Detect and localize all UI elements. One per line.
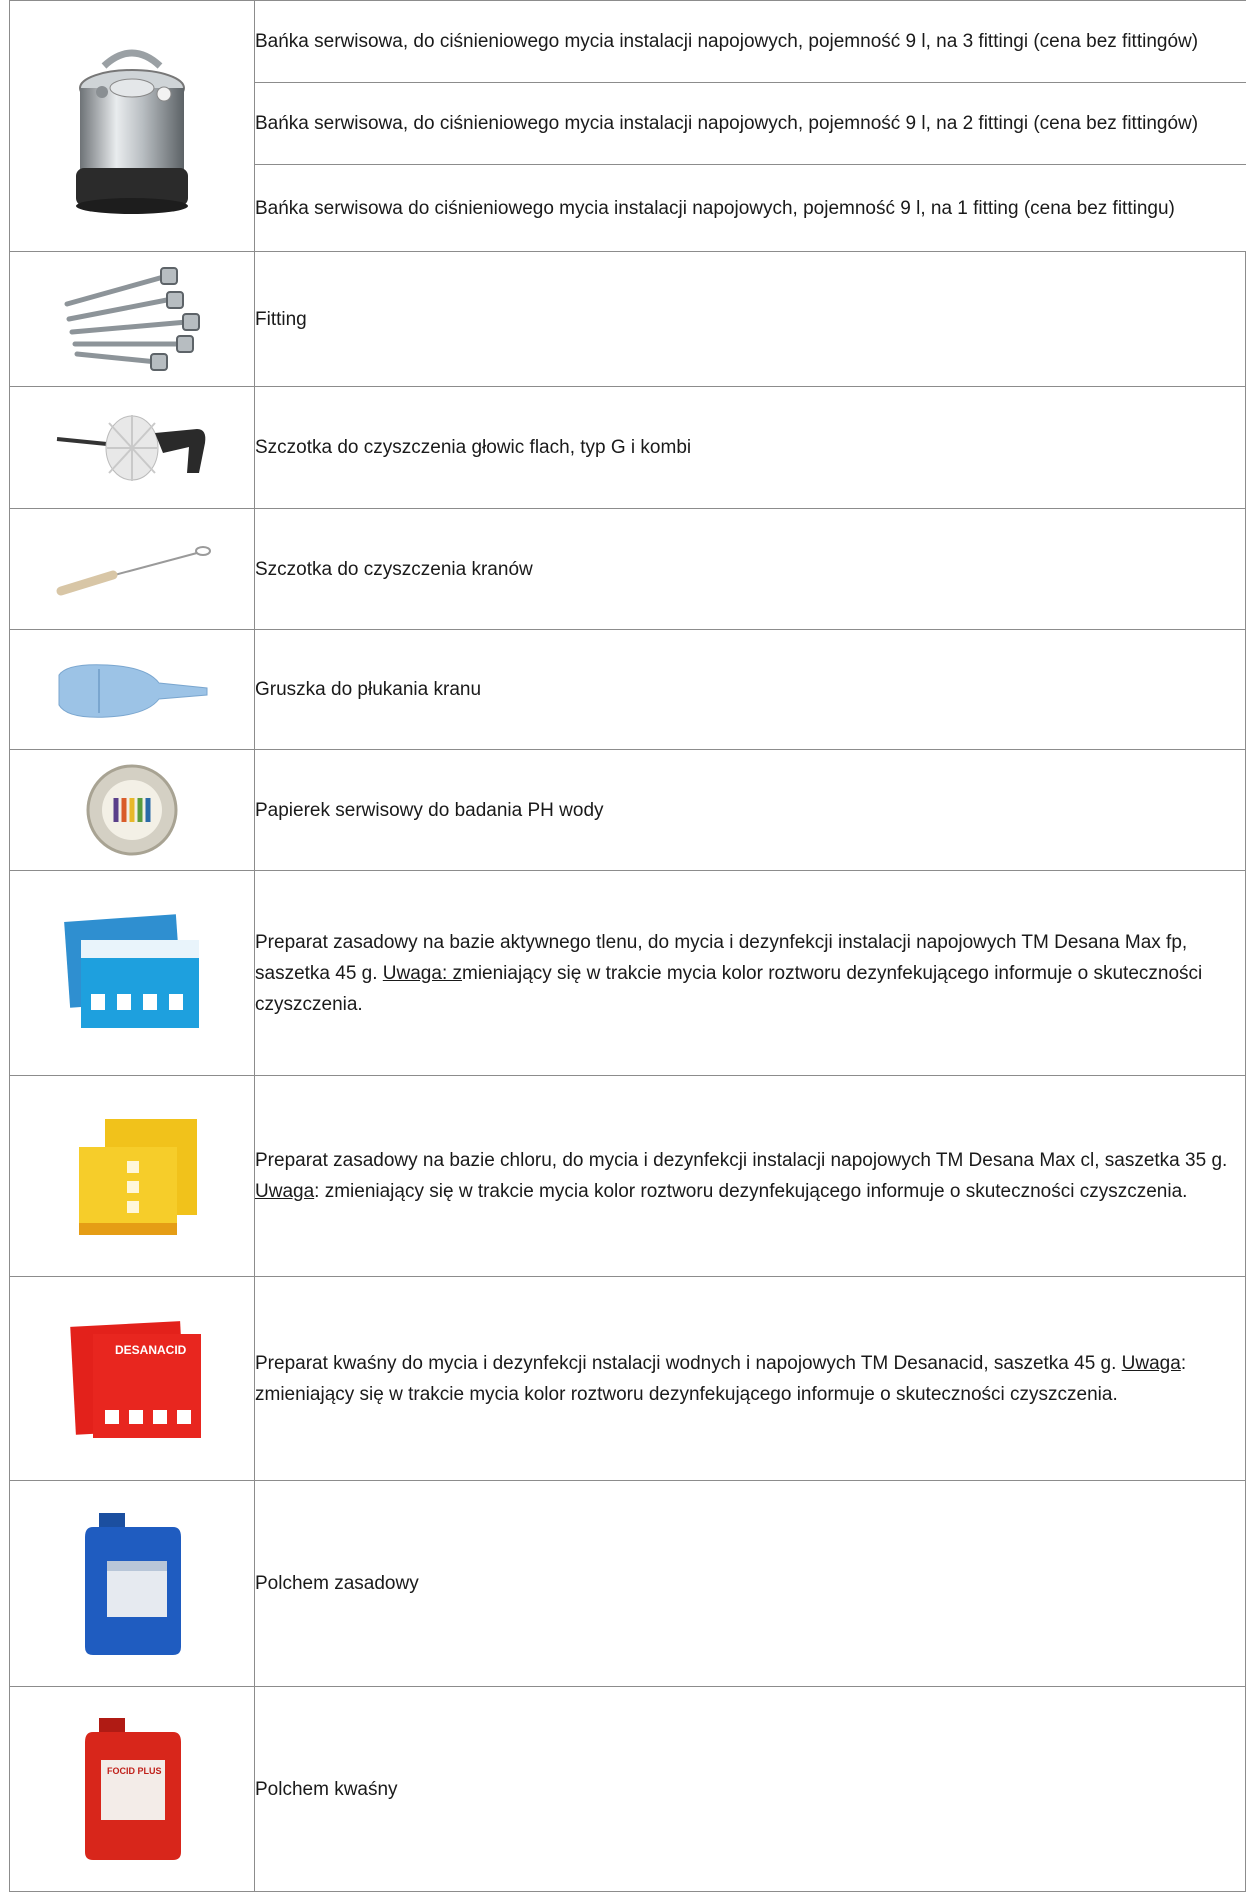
product-image-cell	[9, 870, 255, 1076]
desana-max-fp-sachet-icon	[64, 914, 199, 1028]
product-description: Polchem kwaśny	[254, 1686, 1246, 1892]
description-text: : zmieniający się w trakcie mycia kolor …	[314, 1181, 1188, 1202]
description-text: Preparat zasadowy na bazie chloru, do my…	[255, 1150, 1228, 1171]
desana-max-cl-sachet-icon	[79, 1119, 197, 1235]
table-row: Szczotka do czyszczenia głowic flach, ty…	[9, 386, 1246, 509]
product-description: Polchem zasadowy	[254, 1480, 1246, 1687]
product-image-cell	[9, 508, 255, 630]
table-row: FOCID PLUS Polchem kwaśny	[9, 1686, 1246, 1892]
table-row: Preparat zasadowy na bazie chloru, do my…	[9, 1075, 1246, 1277]
product-image-cell: FOCID PLUS	[9, 1686, 255, 1892]
tap-brush-icon	[56, 546, 211, 596]
table-row: Fitting	[9, 251, 1246, 387]
table-row: Szczotka do czyszczenia kranów	[9, 508, 1246, 630]
table-row: DESANACID Preparat kwaśny do mycia i dez…	[9, 1276, 1246, 1481]
red-canister-icon: FOCID PLUS	[85, 1718, 181, 1860]
canister-brand-label: FOCID PLUS	[107, 1766, 162, 1776]
product-description: Preparat kwaśny do mycia i dezynfekcji n…	[254, 1276, 1246, 1481]
product-description: Preparat zasadowy na bazie chloru, do my…	[254, 1075, 1246, 1277]
service-keg-icon	[76, 49, 188, 214]
fittings-icon	[64, 267, 200, 371]
table-row: Papierek serwisowy do badania PH wody	[9, 749, 1246, 871]
product-description: Szczotka do czyszczenia głowic flach, ty…	[254, 386, 1246, 509]
table-row: Gruszka do płukania kranu	[9, 629, 1246, 750]
head-brush-icon	[56, 414, 206, 481]
product-image-cell	[9, 386, 255, 509]
product-description: Preparat zasadowy na bazie aktywnego tle…	[254, 870, 1246, 1076]
table-row: Polchem zasadowy	[9, 1480, 1246, 1687]
note-label: Uwaga: z	[382, 962, 462, 984]
product-description: Bańka serwisowa, do ciśnieniowego mycia …	[254, 0, 1246, 83]
product-description: Fitting	[254, 251, 1246, 387]
note-label: Uwaga	[255, 1181, 315, 1202]
product-image-cell	[9, 251, 255, 387]
description-text: Preparat kwaśny do mycia i dezynfekcji n…	[255, 1352, 1122, 1374]
product-description: Szczotka do czyszczenia kranów	[254, 508, 1246, 630]
product-description: Gruszka do płukania kranu	[254, 629, 1246, 750]
product-table: Bańka serwisowa, do ciśnieniowego mycia …	[9, 0, 1246, 1892]
product-image-cell	[9, 0, 255, 252]
product-image-cell	[9, 1075, 255, 1277]
ph-paper-icon	[86, 764, 178, 856]
sachet-brand-label: DESANACID	[115, 1343, 187, 1357]
product-description: Papierek serwisowy do badania PH wody	[254, 749, 1246, 871]
blue-canister-icon	[85, 1512, 181, 1655]
product-description: Bańka serwisowa, do ciśnieniowego mycia …	[254, 82, 1246, 165]
table-row: Preparat zasadowy na bazie aktywnego tle…	[9, 870, 1246, 1076]
product-description: Bańka serwisowa do ciśnieniowego mycia i…	[254, 164, 1246, 252]
product-image-cell	[9, 629, 255, 750]
product-image-cell: DESANACID	[9, 1276, 255, 1481]
desanacid-sachet-icon: DESANACID	[70, 1320, 201, 1438]
product-image-cell	[9, 749, 255, 871]
product-image-cell	[9, 1480, 255, 1687]
table-row: Bańka serwisowa, do ciśnieniowego mycia …	[9, 0, 1246, 252]
note-label: Uwaga	[1121, 1352, 1181, 1374]
rinse-bulb-icon	[58, 663, 208, 718]
